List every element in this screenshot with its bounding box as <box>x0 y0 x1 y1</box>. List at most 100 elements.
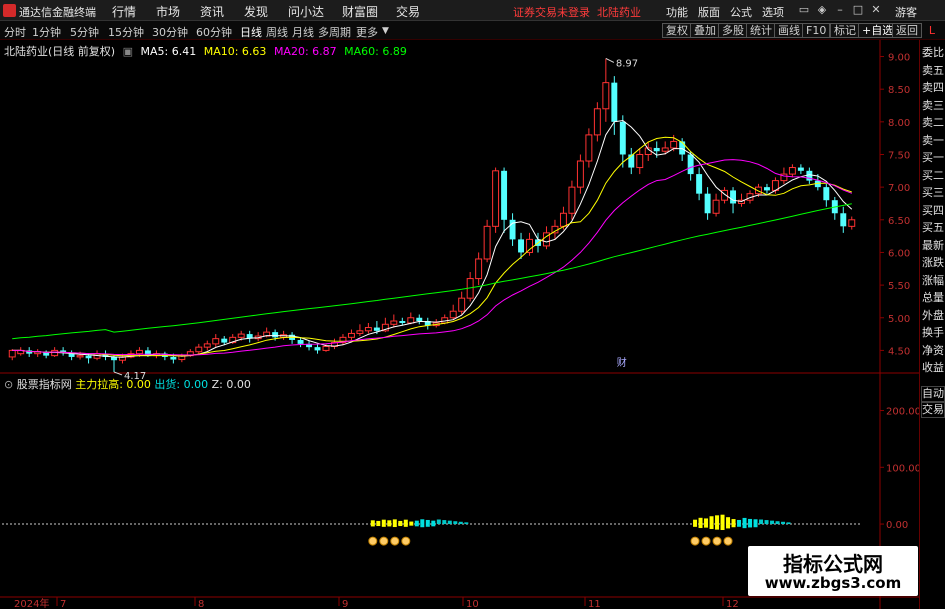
candle-body <box>364 327 372 332</box>
menu-news[interactable]: 资讯 <box>200 3 224 20</box>
zhuli-bar-neg <box>726 524 731 529</box>
chuhuo-bar <box>748 518 753 525</box>
period-multi[interactable]: 多周期 <box>318 24 351 40</box>
x-tick-label: 9 <box>342 599 348 609</box>
zhuli-bar-neg <box>370 524 375 527</box>
zhuli-bar-neg <box>403 524 408 527</box>
zhuli-bar-neg <box>693 524 698 527</box>
coin-marker-icon <box>712 536 722 546</box>
multi-stock-button[interactable]: 多股 <box>718 23 748 38</box>
chevron-down-icon[interactable]: ▼ <box>382 26 389 36</box>
trade-side-button[interactable]: 交易 <box>921 402 945 418</box>
candle-body <box>670 140 678 149</box>
period-60min[interactable]: 60分钟 <box>196 24 232 40</box>
candle-body <box>272 332 279 338</box>
auto-button[interactable]: 自动 <box>921 386 945 402</box>
candle-body <box>823 187 830 201</box>
period-15min[interactable]: 15分钟 <box>108 24 144 40</box>
period-1min[interactable]: 1分钟 <box>32 24 61 40</box>
zhuli-bar <box>398 520 403 525</box>
candle-body <box>797 167 804 171</box>
coin-marker-icon <box>701 536 711 546</box>
chuhuo-bar-neg <box>431 524 436 527</box>
legend-toggle-icon[interactable]: ▣ <box>123 45 133 58</box>
menu-layout[interactable]: 版面 <box>698 4 720 20</box>
period-intraday[interactable]: 分时 <box>4 24 26 40</box>
ma10-label: MA10: 6.63 <box>203 45 267 58</box>
draw-line-button[interactable]: 画线 <box>774 23 804 38</box>
chart-area[interactable]: 8.974.17财 9.008.508.007.507.006.506.005.… <box>0 40 919 609</box>
ma-line-ma10 <box>12 136 852 357</box>
x-tick-label: 8 <box>198 599 204 609</box>
overlay-button[interactable]: 叠加 <box>690 23 720 38</box>
tail-bar <box>786 522 791 525</box>
main-chart-title: 北陆药业(日线 前复权) <box>4 45 116 58</box>
candle-body <box>356 330 364 334</box>
app-title: 通达信金融终端 <box>19 6 96 19</box>
period-5min[interactable]: 5分钟 <box>70 24 99 40</box>
y-tick-label: 8.00 <box>888 118 910 129</box>
maximize-icon[interactable]: □ <box>851 2 865 17</box>
close-icon[interactable]: ✕ <box>869 2 883 17</box>
indicator-title: 股票指标网 <box>16 378 72 391</box>
level2-toggle[interactable]: L <box>921 23 943 38</box>
candle-body <box>212 338 220 345</box>
candle-body <box>653 147 660 152</box>
candle-body <box>611 82 618 122</box>
guest-label[interactable]: 游客 <box>895 4 917 20</box>
menu-wealth-circle[interactable]: 财富圈 <box>342 3 378 20</box>
title-bar: 通达信金融终端 行情 市场 资讯 发现 问小达 财富圈 交易 证券交易未登录 北… <box>0 0 945 21</box>
mark-button[interactable]: 标记 <box>830 23 860 38</box>
broker-login-warning[interactable]: 证券交易未登录 北陆药业 <box>513 4 641 20</box>
menu-market[interactable]: 市场 <box>156 3 180 20</box>
side-item: 买四 <box>922 203 944 217</box>
chuhuo-bar <box>425 519 430 525</box>
chuhuo-bar-neg <box>425 524 430 527</box>
stats-button[interactable]: 统计 <box>746 23 776 38</box>
f10-button[interactable]: F10 <box>802 23 831 38</box>
coin-marker-icon <box>723 536 733 546</box>
menu-trade[interactable]: 交易 <box>396 3 420 20</box>
zhuli-bar-neg <box>709 524 714 530</box>
candle-body <box>322 345 330 351</box>
tail-bar <box>436 519 441 525</box>
app-logo-icon <box>3 4 16 17</box>
tail-bar <box>775 521 780 525</box>
period-daily[interactable]: 日线 <box>240 24 262 40</box>
menu-options[interactable]: 选项 <box>762 4 784 20</box>
tail-bar <box>770 520 775 525</box>
candle-body <box>195 346 203 353</box>
candle-body <box>221 338 228 343</box>
candle-body <box>636 153 644 169</box>
chuhuo-bar <box>414 520 419 525</box>
minimize-icon[interactable]: – <box>833 2 847 17</box>
chuhuo-bar-neg <box>753 524 758 528</box>
zhuli-bar <box>709 516 714 525</box>
y-tick-label: 9.00 <box>888 53 910 64</box>
zhuli-bar <box>403 519 408 525</box>
menu-quotes[interactable]: 行情 <box>112 3 136 20</box>
period-monthly[interactable]: 月线 <box>292 24 314 40</box>
menu-formula[interactable]: 公式 <box>730 4 752 20</box>
event-marker: 财 <box>617 356 627 369</box>
restore-icon[interactable]: ▭ <box>797 2 811 17</box>
x-tick-label: 12 <box>726 599 739 609</box>
side-item: 委比 <box>922 46 944 59</box>
zhuli-bar-neg <box>381 524 386 527</box>
period-30min[interactable]: 30分钟 <box>152 24 188 40</box>
period-more[interactable]: 更多 <box>356 24 378 40</box>
zhuli-bar <box>370 520 375 525</box>
zhuli-bar <box>693 519 698 525</box>
settings-icon[interactable]: ◈ <box>815 2 829 17</box>
back-button[interactable]: 返回 <box>892 23 922 38</box>
period-weekly[interactable]: 周线 <box>266 24 288 40</box>
indicator-menu-icon[interactable]: ⊙ <box>4 378 13 391</box>
candle-body <box>8 349 16 358</box>
y-tick-label: 6.50 <box>888 216 910 227</box>
menu-wenxiaoda[interactable]: 问小达 <box>288 3 324 20</box>
candle-body <box>526 238 533 253</box>
menu-functions[interactable]: 功能 <box>666 4 688 20</box>
menu-discover[interactable]: 发现 <box>244 3 268 20</box>
axis-layer: 9.00 8.50 8.00 7.50 7.00 6.50 6.00 5.50 5.00 4.50… <box>14 53 919 609</box>
adjust-button[interactable]: 复权 <box>662 23 692 38</box>
